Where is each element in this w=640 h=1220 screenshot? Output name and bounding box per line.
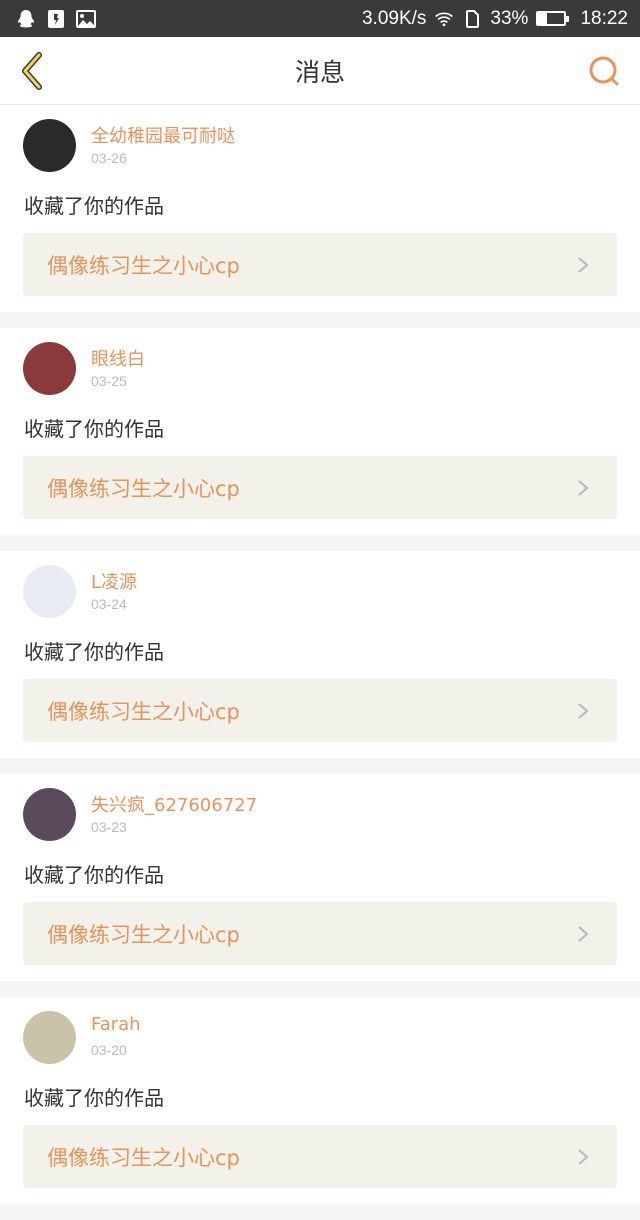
- avatar[interactable]: [23, 119, 76, 172]
- work-title: 偶像练习生之小心cp: [47, 922, 240, 947]
- message-date: 03-26: [91, 150, 127, 166]
- action-text: 收藏了你的作品: [24, 1086, 164, 1110]
- battery-percent: 33%: [490, 7, 529, 29]
- message-card: 全幼稚园最可耐哒 03-26 收藏了你的作品 偶像练习生之小心cp: [0, 105, 640, 312]
- back-chevron-icon: [22, 52, 42, 90]
- avatar[interactable]: [23, 342, 76, 395]
- top-nav: 消息: [0, 37, 640, 105]
- status-bar-right: 3.09K/s 33% 18:22: [362, 8, 628, 30]
- chevron-right-icon: [573, 924, 593, 944]
- work-link[interactable]: 偶像练习生之小心cp: [23, 1125, 617, 1188]
- chevron-right-icon: [573, 478, 593, 498]
- work-title: 偶像练习生之小心cp: [47, 1145, 240, 1170]
- avatar[interactable]: [23, 565, 76, 618]
- status-bar-left: [16, 9, 96, 29]
- action-text: 收藏了你的作品: [24, 640, 164, 664]
- message-list: 全幼稚园最可耐哒 03-26 收藏了你的作品 偶像练习生之小心cp 眼线白 03…: [0, 105, 640, 1220]
- action-text: 收藏了你的作品: [24, 863, 164, 887]
- message-card: 眼线白 03-25 收藏了你的作品 偶像练习生之小心cp: [0, 328, 640, 535]
- image-icon: [76, 9, 96, 29]
- username-link[interactable]: Farah: [91, 1014, 141, 1035]
- work-title: 偶像练习生之小心cp: [47, 699, 240, 724]
- work-link[interactable]: 偶像练习生之小心cp: [23, 902, 617, 965]
- message-date: 03-20: [91, 1042, 127, 1058]
- username-link[interactable]: L凌源: [91, 568, 137, 594]
- wifi-icon: [434, 9, 454, 29]
- work-title: 偶像练习生之小心cp: [47, 253, 240, 278]
- action-text: 收藏了你的作品: [24, 417, 164, 441]
- work-title: 偶像练习生之小心cp: [47, 476, 240, 501]
- message-card: 失兴疯_627606727 03-23 收藏了你的作品 偶像练习生之小心cp: [0, 774, 640, 981]
- app-notification-icon: [46, 9, 66, 29]
- work-link[interactable]: 偶像练习生之小心cp: [23, 233, 617, 296]
- search-button[interactable]: [586, 53, 622, 89]
- battery-icon: [536, 11, 570, 26]
- chevron-right-icon: [573, 1147, 593, 1167]
- chevron-right-icon: [573, 255, 593, 275]
- clock: 18:22: [580, 7, 628, 29]
- network-speed: 3.09K/s: [361, 7, 427, 29]
- page-title: 消息: [294, 57, 345, 87]
- username-link[interactable]: 失兴疯_627606727: [91, 791, 257, 817]
- back-button[interactable]: [12, 51, 52, 91]
- avatar[interactable]: [23, 1011, 76, 1064]
- chevron-right-icon: [573, 701, 593, 721]
- work-link[interactable]: 偶像练习生之小心cp: [23, 679, 617, 742]
- username-link[interactable]: 全幼稚园最可耐哒: [91, 122, 235, 148]
- message-date: 03-23: [91, 819, 127, 835]
- action-text: 收藏了你的作品: [24, 194, 164, 218]
- avatar[interactable]: [23, 788, 76, 841]
- message-date: 03-24: [91, 596, 127, 612]
- status-bar: 3.09K/s 33% 18:22: [0, 0, 640, 37]
- username-link[interactable]: 眼线白: [91, 345, 145, 371]
- qq-icon: [16, 9, 36, 29]
- battery-level: [538, 13, 548, 24]
- message-card: L凌源 03-24 收藏了你的作品 偶像练习生之小心cp: [0, 551, 640, 758]
- work-link[interactable]: 偶像练习生之小心cp: [23, 456, 617, 519]
- message-date: 03-25: [91, 373, 127, 389]
- message-card: Farah 03-20 收藏了你的作品 偶像练习生之小心cp: [0, 997, 640, 1204]
- search-icon: [589, 56, 619, 86]
- sim-icon: [462, 9, 482, 29]
